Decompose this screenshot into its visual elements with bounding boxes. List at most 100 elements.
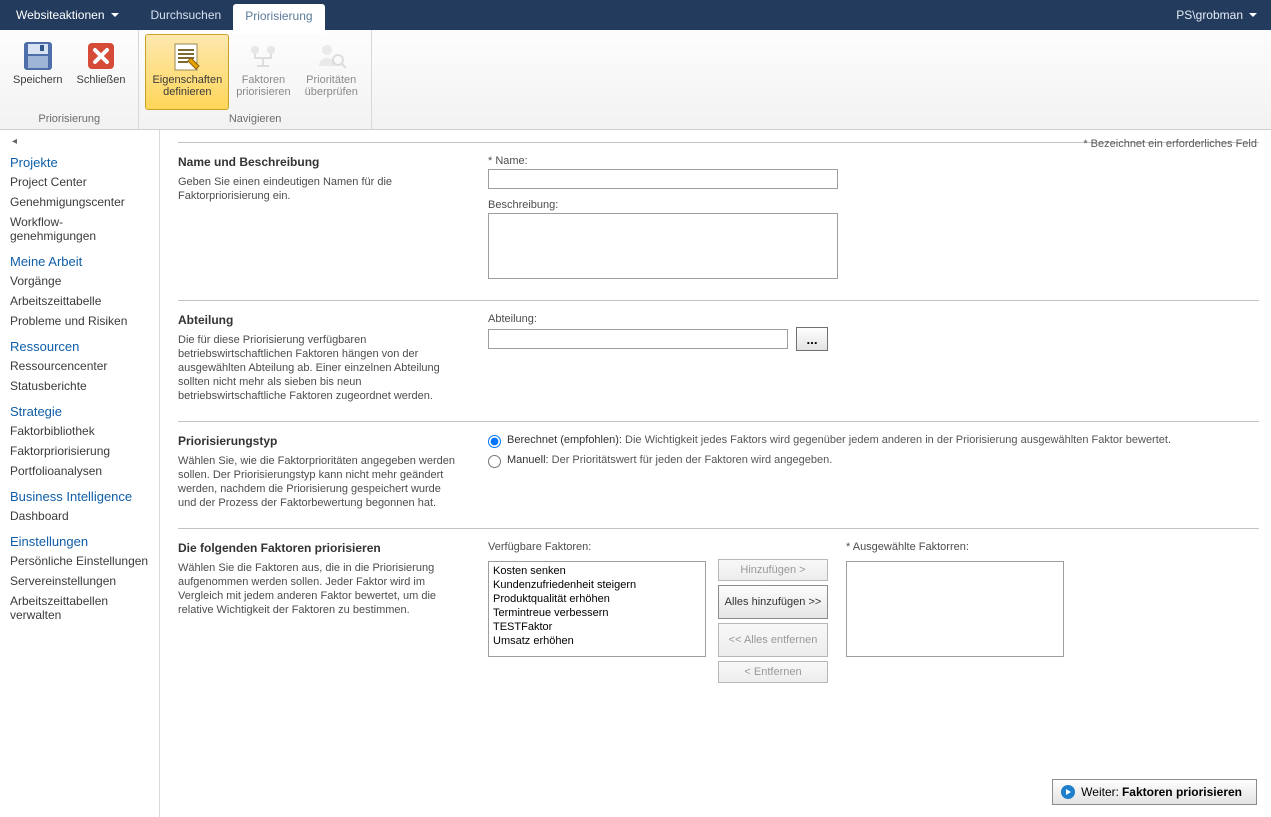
nav-link-timesheet[interactable]: Arbeitszeittabelle <box>0 291 159 311</box>
close-label: Schließen <box>77 74 126 86</box>
section-heading: Die folgenden Faktoren priorisieren <box>178 541 460 555</box>
ribbon-group-navigieren: Eigenschaften definieren Faktoren priori… <box>139 30 371 129</box>
section-description: Wählen Sie die Faktoren aus, die in die … <box>178 561 460 617</box>
next-button[interactable]: Weiter: Faktoren priorisieren <box>1052 779 1257 805</box>
list-item[interactable]: Kosten senken <box>493 564 701 578</box>
radio-calculated[interactable]: Berechnet (empfohlen): Die Wichtigkeit j… <box>488 434 1259 448</box>
prioritize-factors-l1: Faktoren <box>242 74 285 86</box>
radio-calculated-strong: Berechnet (empfohlen): <box>507 434 622 446</box>
balance-icon <box>247 40 279 72</box>
next-strong: Faktoren priorisieren <box>1122 785 1242 799</box>
nav-link-factor-library[interactable]: Faktorbibliothek <box>0 421 159 441</box>
section-select-factors: Die folgenden Faktoren priorisieren Wähl… <box>178 528 1259 747</box>
nav-head-strategy[interactable]: Strategie <box>0 396 159 421</box>
user-label: PS\grobman <box>1176 8 1243 22</box>
remove-button[interactable]: < Entfernen <box>718 661 828 683</box>
site-actions-menu[interactable]: Websiteaktionen <box>10 0 125 30</box>
next-prefix: Weiter: <box>1081 785 1119 799</box>
list-item[interactable]: TESTFaktor <box>493 620 701 634</box>
site-actions-label: Websiteaktionen <box>16 8 105 22</box>
nav-link-tasks[interactable]: Vorgänge <box>0 271 159 291</box>
radio-manual-rest: Der Prioritätswert für jeden der Faktore… <box>549 454 833 466</box>
selected-factors-list[interactable] <box>846 561 1064 657</box>
nav-link-workflow-approvals[interactable]: Workflow-genehmigungen <box>0 212 159 246</box>
chevron-down-icon <box>1249 13 1257 17</box>
nav-link-dashboard[interactable]: Dashboard <box>0 506 159 526</box>
ribbon-group-label: Navigieren <box>145 110 364 129</box>
radio-manual-input[interactable] <box>488 455 501 468</box>
department-browse-button[interactable]: ... <box>796 327 828 351</box>
available-factors-list[interactable]: Kosten senken Kundenzufriedenheit steige… <box>488 561 706 657</box>
nav-head-my-work[interactable]: Meine Arbeit <box>0 246 159 271</box>
ribbon-group-label: Priorisierung <box>6 110 132 129</box>
add-button[interactable]: Hinzufügen > <box>718 559 828 581</box>
department-input[interactable] <box>488 329 788 349</box>
radio-calculated-rest: Die Wichtigkeit jedes Faktors wird gegen… <box>622 434 1171 446</box>
nav-head-bi[interactable]: Business Intelligence <box>0 481 159 506</box>
close-icon <box>85 40 117 72</box>
nav-link-server-settings[interactable]: Servereinstellungen <box>0 571 159 591</box>
user-menu[interactable]: PS\grobman <box>1176 0 1257 30</box>
chevron-down-icon <box>111 13 119 17</box>
radio-calculated-input[interactable] <box>488 435 501 448</box>
description-label: Beschreibung: <box>488 199 1259 211</box>
nav-link-issues-risks[interactable]: Probleme und Risiken <box>0 311 159 331</box>
ribbon-group-priorisierung: Speichern Schließen Priorisierung <box>0 30 139 129</box>
required-field-note: * Bezeichnet ein erforderliches Feld <box>1083 138 1257 150</box>
collapse-handle[interactable]: ◂ <box>0 136 159 147</box>
nav-link-status-reports[interactable]: Statusberichte <box>0 376 159 396</box>
main-content: * Bezeichnet ein erforderliches Feld Nam… <box>160 130 1271 817</box>
nav-link-approval-center[interactable]: Genehmigungscenter <box>0 192 159 212</box>
ribbon: Speichern Schließen Priorisierung Eigens… <box>0 30 1271 130</box>
close-button[interactable]: Schließen <box>70 34 133 110</box>
tab-browse[interactable]: Durchsuchen <box>139 0 234 30</box>
review-priorities-l1: Prioritäten <box>306 74 356 86</box>
save-button[interactable]: Speichern <box>6 34 70 110</box>
section-name-description: Name und Beschreibung Geben Sie einen ei… <box>178 142 1259 300</box>
list-item[interactable]: Kundenzufriedenheit steigern <box>493 578 701 592</box>
define-properties-button[interactable]: Eigenschaften definieren <box>145 34 229 110</box>
remove-all-button[interactable]: << Alles entfernen <box>718 623 828 657</box>
nav-link-resource-center[interactable]: Ressourcencenter <box>0 356 159 376</box>
top-bar: Websiteaktionen Durchsuchen Priorisierun… <box>0 0 1271 30</box>
list-item[interactable]: Termintreue verbessern <box>493 606 701 620</box>
selected-factors-label: * Ausgewählte Faktorren: <box>846 541 1064 553</box>
section-department: Abteilung Die für diese Priorisierung ve… <box>178 300 1259 421</box>
dual-list: Verfügbare Faktoren: Kosten senken Kunde… <box>488 541 1259 687</box>
nav-link-portfolio-analyses[interactable]: Portfolioanalysen <box>0 461 159 481</box>
arrow-right-icon <box>1061 785 1075 799</box>
prioritize-factors-l2: priorisieren <box>236 86 290 98</box>
section-description: Wählen Sie, wie die Faktorprioritäten an… <box>178 454 460 510</box>
floppy-disk-icon <box>22 40 54 72</box>
prioritize-factors-button[interactable]: Faktoren priorisieren <box>229 34 297 110</box>
define-properties-l2: definieren <box>163 86 211 98</box>
available-factors-label: Verfügbare Faktoren: <box>488 541 706 553</box>
review-priorities-button[interactable]: Prioritäten überprüfen <box>298 34 365 110</box>
nav-link-factor-prioritization[interactable]: Faktorpriorisierung <box>0 441 159 461</box>
body: ◂ Projekte Project Center Genehmigungsce… <box>0 130 1271 817</box>
add-all-button[interactable]: Alles hinzufügen >> <box>718 585 828 619</box>
name-input[interactable] <box>488 169 838 189</box>
nav-head-settings[interactable]: Einstellungen <box>0 526 159 551</box>
section-heading: Abteilung <box>178 313 460 327</box>
define-properties-l1: Eigenschaften <box>152 74 222 86</box>
nav-link-manage-timesheets[interactable]: Arbeitszeittabellen verwalten <box>0 591 159 625</box>
radio-manual[interactable]: Manuell: Der Prioritätswert für jeden de… <box>488 454 1259 468</box>
nav-head-resources[interactable]: Ressourcen <box>0 331 159 356</box>
nav-link-personal-settings[interactable]: Persönliche Einstellungen <box>0 551 159 571</box>
list-item[interactable]: Produktqualität erhöhen <box>493 592 701 606</box>
department-label: Abteilung: <box>488 313 1259 325</box>
section-description: Die für diese Priorisierung verfügbaren … <box>178 333 460 403</box>
list-item[interactable]: Umsatz erhöhen <box>493 634 701 648</box>
description-textarea[interactable] <box>488 213 838 279</box>
nav-link-project-center[interactable]: Project Center <box>0 172 159 192</box>
radio-manual-strong: Manuell: <box>507 454 549 466</box>
name-label: * Name: <box>488 155 1259 167</box>
save-label: Speichern <box>13 74 63 86</box>
review-priorities-l2: überprüfen <box>305 86 358 98</box>
section-heading: Name und Beschreibung <box>178 155 460 169</box>
tab-priorisierung[interactable]: Priorisierung <box>233 4 324 34</box>
nav-head-projects[interactable]: Projekte <box>0 147 159 172</box>
properties-icon <box>171 40 203 72</box>
section-prioritization-type: Priorisierungstyp Wählen Sie, wie die Fa… <box>178 421 1259 528</box>
